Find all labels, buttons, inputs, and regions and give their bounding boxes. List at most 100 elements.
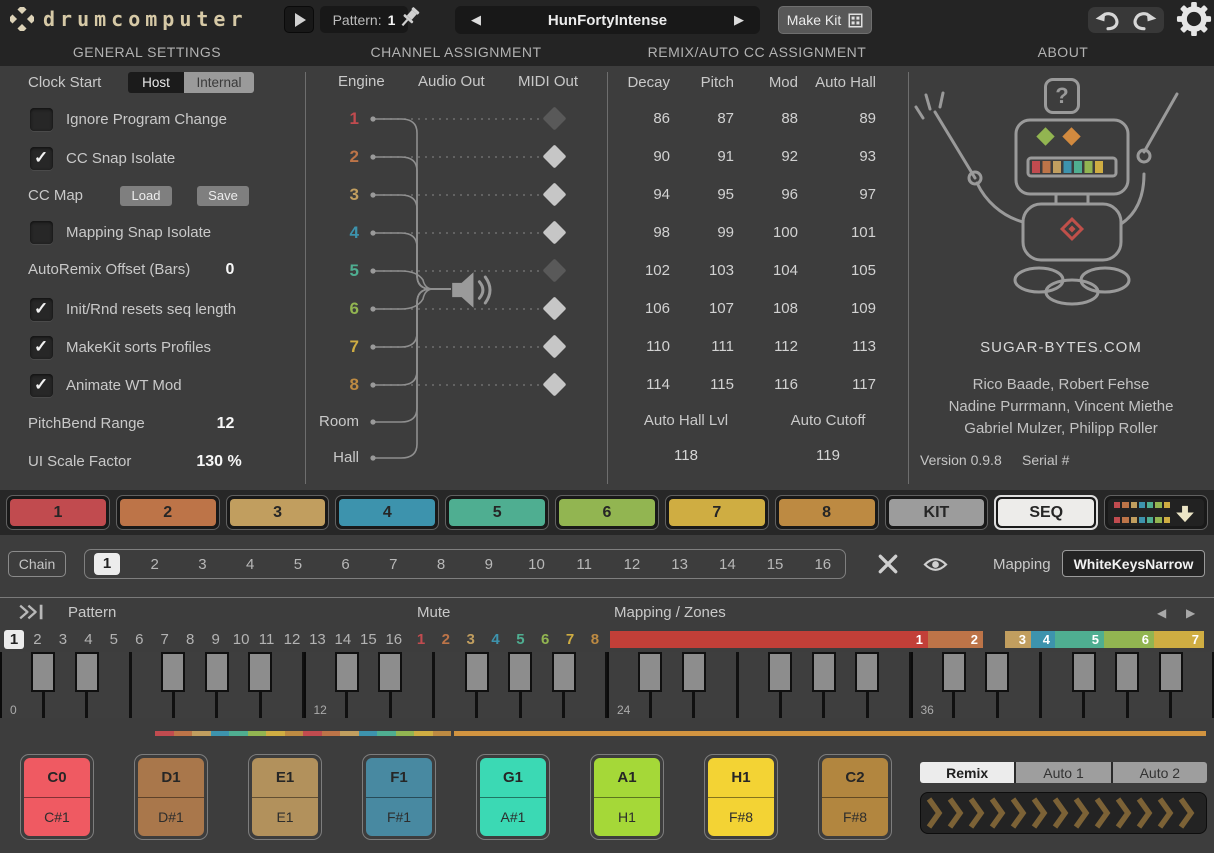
black-key[interactable] <box>508 652 532 692</box>
note-pad-1[interactable]: C0C#1 <box>20 754 94 840</box>
note-pad-5[interactable]: G1A#1 <box>476 754 550 840</box>
black-key[interactable] <box>1159 652 1183 692</box>
redo-icon[interactable] <box>1129 9 1159 31</box>
remix-sequence-box[interactable] <box>920 792 1207 834</box>
cc-value-r4-c1[interactable]: 98 <box>608 214 670 252</box>
play-button[interactable] <box>284 6 314 33</box>
cc-value-r6-c3[interactable]: 108 <box>734 290 798 328</box>
autoremix-offset-value[interactable]: 0 <box>205 257 255 283</box>
mapping-snap-isolate-checkbox[interactable] <box>30 221 53 244</box>
clear-chain-icon[interactable] <box>877 553 899 575</box>
note-pad-7[interactable]: H1F#8 <box>704 754 778 840</box>
channel-pad-8[interactable]: 8 <box>775 495 879 530</box>
note-pad-6[interactable]: A1H1 <box>590 754 664 840</box>
makekit-sorts-checkbox[interactable] <box>30 336 53 359</box>
black-key[interactable] <box>205 652 229 692</box>
preset-next-button[interactable]: ▶ <box>718 12 760 28</box>
settings-gear-icon[interactable] <box>1176 1 1212 37</box>
pattern-step-7[interactable]: 7 <box>153 631 177 648</box>
pattern-step-4[interactable]: 4 <box>76 631 100 648</box>
black-key[interactable] <box>335 652 359 692</box>
preset-prev-button[interactable]: ◀ <box>455 12 497 28</box>
cc-value-r3-c4[interactable]: 97 <box>798 176 876 214</box>
chain-step-16[interactable]: 16 <box>810 556 836 573</box>
channel-pad-4[interactable]: 4 <box>335 495 439 530</box>
cc-value-r7-c3[interactable]: 112 <box>734 328 798 366</box>
pattern-selector[interactable]: Pattern: 1 <box>320 6 408 33</box>
mapping-zone-7[interactable]: 7 <box>1154 631 1204 648</box>
mapping-zone-4[interactable]: 4 <box>1031 631 1055 648</box>
channel-pad-3[interactable]: 3 <box>226 495 330 530</box>
cc-value-r6-c4[interactable]: 109 <box>798 290 876 328</box>
chain-step-2[interactable]: 2 <box>142 556 168 573</box>
ui-scale-value[interactable]: 130 % <box>185 449 253 475</box>
auto-cutoff-value[interactable]: 119 <box>758 447 898 464</box>
clock-internal-button[interactable]: Internal <box>184 72 254 93</box>
cc-value-r7-c2[interactable]: 111 <box>670 328 734 366</box>
pattern-step-2[interactable]: 2 <box>25 631 49 648</box>
channel-pad-6[interactable]: 6 <box>555 495 659 530</box>
cc-value-r5-c2[interactable]: 103 <box>670 252 734 290</box>
pattern-step-9[interactable]: 9 <box>204 631 228 648</box>
cc-value-r2-c4[interactable]: 93 <box>798 138 876 176</box>
kit-button[interactable]: KIT <box>885 495 989 530</box>
chain-step-1[interactable]: 1 <box>94 553 120 575</box>
cc-value-r2-c2[interactable]: 91 <box>670 138 734 176</box>
note-pad-8[interactable]: C2F#8 <box>818 754 892 840</box>
channel-pad-2[interactable]: 2 <box>116 495 220 530</box>
cc-value-r5-c4[interactable]: 105 <box>798 252 876 290</box>
chain-step-3[interactable]: 3 <box>189 556 215 573</box>
pattern-step-13[interactable]: 13 <box>305 631 329 648</box>
serial-label[interactable]: Serial # <box>1022 452 1069 468</box>
mute-channel-5[interactable]: 5 <box>509 631 531 648</box>
mute-channel-3[interactable]: 3 <box>460 631 482 648</box>
ignore-program-change-checkbox[interactable] <box>30 108 53 131</box>
cc-map-save-button[interactable]: Save <box>197 186 249 206</box>
cc-value-r1-c3[interactable]: 88 <box>734 100 798 138</box>
cc-value-r4-c3[interactable]: 100 <box>734 214 798 252</box>
pattern-step-6[interactable]: 6 <box>127 631 151 648</box>
mapping-zone-2[interactable]: 2 <box>928 631 983 648</box>
black-key[interactable] <box>552 652 576 692</box>
cc-value-r5-c3[interactable]: 104 <box>734 252 798 290</box>
black-key[interactable] <box>1115 652 1139 692</box>
black-key[interactable] <box>161 652 185 692</box>
clock-host-button[interactable]: Host <box>128 72 184 93</box>
pattern-step-12[interactable]: 12 <box>280 631 304 648</box>
cc-value-r4-c4[interactable]: 101 <box>798 214 876 252</box>
black-key[interactable] <box>942 652 966 692</box>
note-pad-3[interactable]: E1E1 <box>248 754 322 840</box>
mute-channel-1[interactable]: 1 <box>410 631 432 648</box>
chain-step-5[interactable]: 5 <box>285 556 311 573</box>
cc-value-r8-c1[interactable]: 114 <box>608 366 670 404</box>
pattern-step-11[interactable]: 11 <box>255 631 279 648</box>
cc-value-r7-c4[interactable]: 113 <box>798 328 876 366</box>
note-pad-2[interactable]: D1D#1 <box>134 754 208 840</box>
cc-value-r6-c2[interactable]: 107 <box>670 290 734 328</box>
black-key[interactable] <box>812 652 836 692</box>
mapping-zone-5[interactable]: 5 <box>1055 631 1104 648</box>
cc-snap-isolate-checkbox[interactable] <box>30 147 53 170</box>
pattern-step-5[interactable]: 5 <box>102 631 126 648</box>
cc-value-r2-c3[interactable]: 92 <box>734 138 798 176</box>
black-key[interactable] <box>75 652 99 692</box>
channel-pad-7[interactable]: 7 <box>665 495 769 530</box>
cc-value-r1-c4[interactable]: 89 <box>798 100 876 138</box>
make-kit-button[interactable]: Make Kit <box>778 6 872 34</box>
cc-value-r3-c1[interactable]: 94 <box>608 176 670 214</box>
website-link[interactable]: SUGAR-BYTES.COM <box>908 339 1214 356</box>
note-pad-4[interactable]: F1F#1 <box>362 754 436 840</box>
mode-auto-1[interactable]: Auto 1 <box>1016 762 1110 783</box>
chain-step-12[interactable]: 12 <box>619 556 645 573</box>
mute-channel-8[interactable]: 8 <box>584 631 606 648</box>
cc-value-r1-c1[interactable]: 86 <box>608 100 670 138</box>
mute-channel-7[interactable]: 7 <box>559 631 581 648</box>
black-key[interactable] <box>378 652 402 692</box>
undo-icon[interactable] <box>1093 9 1123 31</box>
cc-value-r4-c2[interactable]: 99 <box>670 214 734 252</box>
black-key[interactable] <box>465 652 489 692</box>
cc-value-r2-c1[interactable]: 90 <box>608 138 670 176</box>
chain-step-14[interactable]: 14 <box>714 556 740 573</box>
black-key[interactable] <box>248 652 272 692</box>
cc-value-r8-c4[interactable]: 117 <box>798 366 876 404</box>
